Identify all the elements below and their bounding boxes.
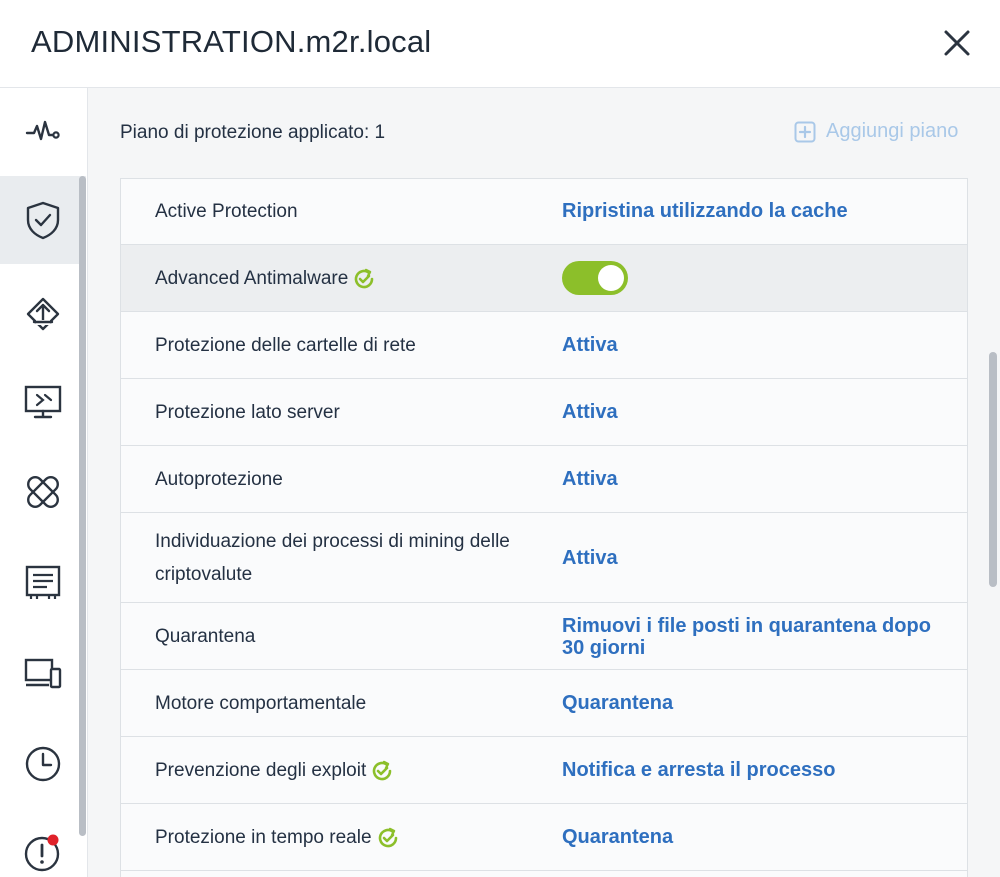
setting-row-realtime-protection[interactable]: Protezione in tempo reale Quarantena <box>121 804 967 871</box>
sidebar-item-protection[interactable] <box>0 176 86 264</box>
main-scrollbar[interactable] <box>989 352 997 587</box>
protection-panel: Piano di protezione applicato: 1 Aggiung… <box>88 88 1000 877</box>
setting-name: Prevenzione degli exploit <box>155 754 394 787</box>
sidebar <box>0 88 88 877</box>
setting-row-exploit-prevention[interactable]: Prevenzione degli exploit Notifica e arr… <box>121 737 967 804</box>
title-bar: ADMINISTRATION.m2r.local <box>0 0 1000 88</box>
close-button[interactable] <box>940 26 974 60</box>
plus-square-icon <box>794 121 816 142</box>
applied-plan-label: Piano di protezione applicato: 1 <box>120 122 386 143</box>
sidebar-item-reports[interactable] <box>0 538 86 626</box>
remote-desktop-icon <box>24 385 62 419</box>
setting-value[interactable]: Attiva <box>562 547 952 569</box>
add-plan-button[interactable]: Aggiungi piano <box>794 120 958 143</box>
setting-row-quarantine[interactable]: Quarantena Rimuovi i file posti in quara… <box>121 603 967 670</box>
backup-upload-icon <box>26 297 60 331</box>
setting-name: Individuazione dei processi di mining de… <box>155 531 510 585</box>
setting-value[interactable]: Attiva <box>562 334 952 356</box>
check-sync-icon <box>355 268 374 288</box>
alert-icon <box>24 834 60 872</box>
devices-icon <box>24 658 62 689</box>
shield-check-icon <box>26 201 60 240</box>
sidebar-item-patch[interactable] <box>0 448 86 536</box>
setting-row-self-protection[interactable]: Autoprotezione Attiva <box>121 446 967 513</box>
sidebar-item-history[interactable] <box>0 720 86 808</box>
setting-name: Protezione in tempo reale <box>155 821 400 854</box>
activity-icon <box>25 120 60 141</box>
sidebar-item-alerts[interactable] <box>0 808 86 877</box>
window-title: ADMINISTRATION.m2r.local <box>31 24 432 59</box>
setting-value[interactable]: Quarantena <box>562 692 952 714</box>
setting-row-server-side[interactable]: Protezione lato server Attiva <box>121 379 967 446</box>
setting-row-active-protection[interactable]: Active Protection Ripristina utilizzando… <box>121 179 967 245</box>
setting-value[interactable]: Quarantena <box>562 826 952 848</box>
close-icon <box>944 30 970 56</box>
sidebar-item-backup[interactable] <box>0 270 86 358</box>
setting-name: Motore comportamentale <box>155 693 367 714</box>
sidebar-scrollbar[interactable] <box>79 176 86 836</box>
setting-name: Protezione delle cartelle di rete <box>155 335 416 356</box>
report-icon <box>25 565 61 599</box>
settings-table: Active Protection Ripristina utilizzando… <box>120 178 968 877</box>
advanced-antimalware-toggle[interactable] <box>562 261 628 295</box>
check-sync-icon <box>372 760 392 780</box>
setting-name: Protezione lato server <box>155 402 340 423</box>
setting-row-behavior-engine[interactable]: Motore comportamentale Quarantena <box>121 670 967 737</box>
toggle-knob <box>598 265 624 291</box>
sidebar-item-remote[interactable] <box>0 358 86 446</box>
sidebar-item-activity[interactable] <box>0 88 86 176</box>
check-sync-icon <box>378 827 397 847</box>
patch-bandage-icon <box>27 476 59 508</box>
setting-value[interactable]: Attiva <box>562 468 952 490</box>
sidebar-item-devices[interactable] <box>0 630 86 718</box>
setting-row-advanced-antimalware[interactable]: Advanced Antimalware <box>121 245 967 312</box>
setting-name: Autoprotezione <box>155 469 283 490</box>
setting-value[interactable]: Notifica e arresta il processo <box>562 759 952 781</box>
setting-value[interactable]: Ripristina utilizzando la cache <box>562 200 952 222</box>
setting-name: Advanced Antimalware <box>155 262 376 295</box>
clock-icon <box>25 746 61 782</box>
setting-row-cryptomining[interactable]: Individuazione dei processi di mining de… <box>121 513 967 603</box>
add-plan-label: Aggiungi piano <box>826 120 959 142</box>
setting-name: Active Protection <box>155 201 298 222</box>
setting-value[interactable]: Rimuovi i file posti in quarantena dopo … <box>562 615 942 659</box>
setting-row-network-folders[interactable]: Protezione delle cartelle di rete Attiva <box>121 312 967 379</box>
setting-name: Quarantena <box>155 626 256 647</box>
setting-value[interactable]: Attiva <box>562 401 952 423</box>
